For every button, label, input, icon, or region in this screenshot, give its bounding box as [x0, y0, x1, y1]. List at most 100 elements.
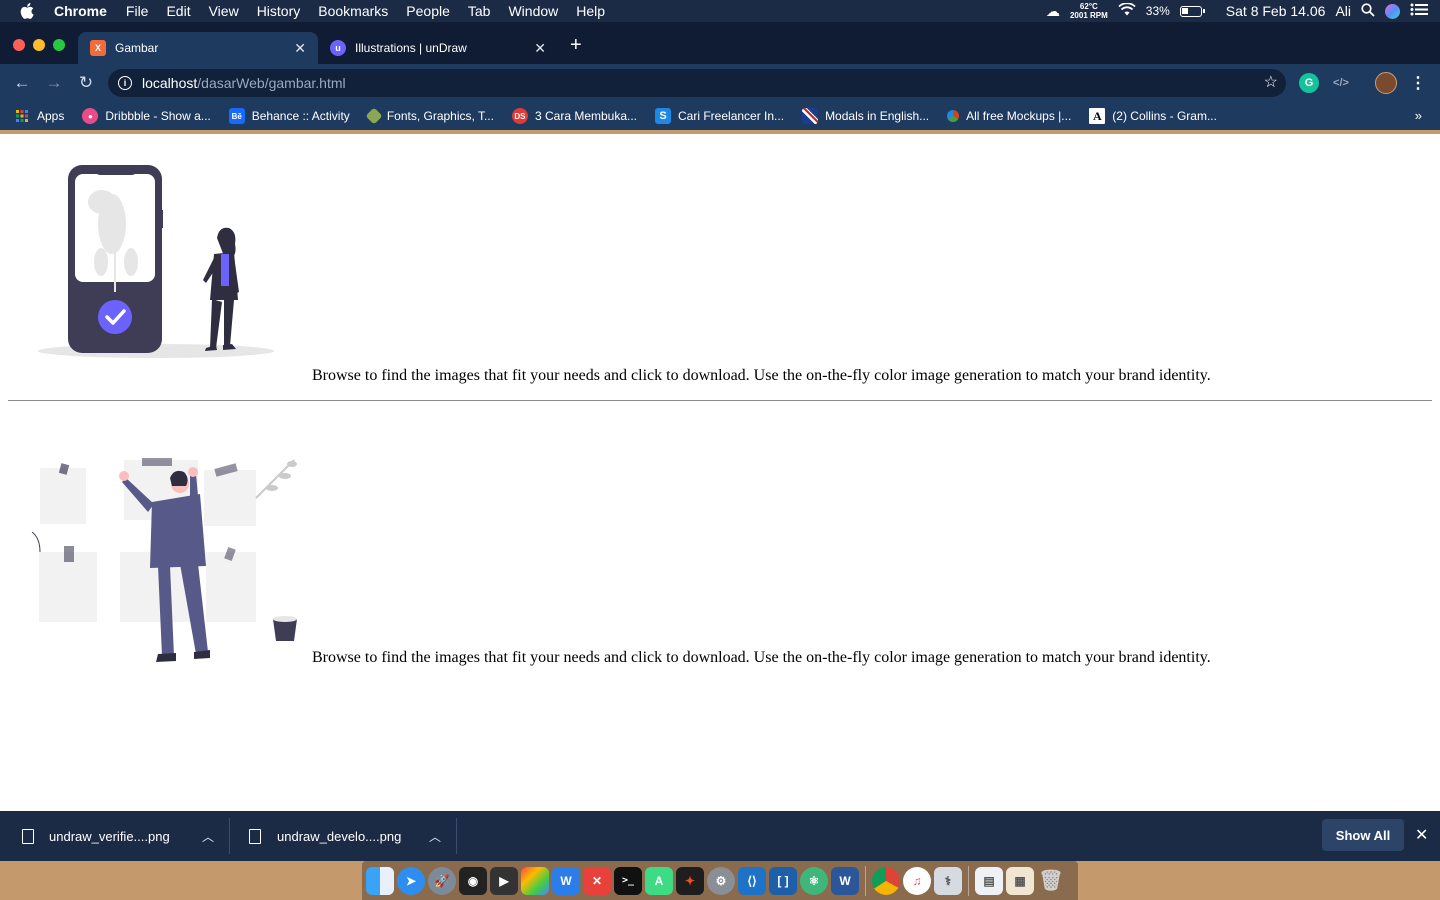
window-minimize-button[interactable]	[33, 39, 45, 51]
vscode-icon[interactable]: ⟨⟩	[738, 866, 766, 895]
wps-icon[interactable]: W	[552, 866, 580, 895]
chrome-icon[interactable]	[872, 866, 900, 895]
menu-history[interactable]: History	[248, 3, 310, 19]
new-tab-button[interactable]: +	[570, 34, 582, 57]
bookmark-label: Apps	[37, 109, 65, 123]
bookmark-apps[interactable]: Apps	[14, 108, 64, 124]
bookmark-sribulancer[interactable]: S Cari Freelancer In...	[655, 108, 784, 124]
menu-file[interactable]: File	[117, 3, 158, 19]
dock-separator	[968, 865, 969, 896]
launchpad-icon[interactable]: 🚀	[428, 866, 456, 895]
bookmarks-overflow-icon[interactable]: »	[1415, 108, 1422, 123]
chevron-up-icon[interactable]: ︿	[202, 828, 214, 845]
grammarly-extension-icon[interactable]: G	[1299, 73, 1319, 93]
bookmark-behance[interactable]: Bē Behance :: Activity	[228, 108, 350, 124]
menu-tab[interactable]: Tab	[459, 3, 500, 19]
battery-percent[interactable]: 33%	[1146, 4, 1170, 18]
disk-utility-icon[interactable]: ⚕	[934, 866, 962, 895]
tab-close-icon[interactable]: ✕	[294, 40, 306, 57]
bookmark-modals[interactable]: Modals in English...	[802, 108, 929, 124]
xmind-icon[interactable]: ✕	[583, 866, 611, 895]
download-item[interactable]: undraw_develo....png ︿	[249, 811, 449, 861]
safari-icon[interactable]: ➤	[397, 866, 425, 895]
window-close-button[interactable]	[13, 39, 25, 51]
finder-icon[interactable]	[366, 866, 394, 895]
developer-illustration	[31, 458, 297, 662]
behance-icon: Bē	[228, 108, 245, 124]
apple-menu-icon[interactable]	[0, 3, 54, 19]
menu-help[interactable]: Help	[567, 3, 614, 19]
trash-icon[interactable]: 🗑	[1037, 867, 1065, 895]
sribulancer-icon: S	[655, 108, 672, 124]
menu-window[interactable]: Window	[499, 3, 567, 19]
temperature-readout[interactable]: 62°C 2001 RPM	[1070, 2, 1108, 20]
reload-icon[interactable]: ↻	[70, 73, 102, 93]
music-icon[interactable]: ♫	[903, 866, 931, 895]
bookmark-label: Fonts, Graphics, T...	[386, 109, 494, 123]
app-menu-chrome[interactable]: Chrome	[54, 3, 117, 19]
site-info-icon[interactable]: i	[118, 76, 132, 90]
apps-grid-icon	[14, 108, 30, 124]
url-host: localhost	[142, 75, 198, 91]
clock[interactable]: Sat 8 Feb 14.06	[1226, 3, 1326, 19]
dribbble-icon: ●	[82, 108, 99, 124]
bookmark-label: (2) Collins - Gram...	[1112, 109, 1217, 123]
web-developer-extension-icon[interactable]: </>	[1331, 73, 1351, 93]
separator	[456, 818, 457, 854]
bookmark-star-icon[interactable]: ☆	[1264, 72, 1278, 92]
spotlight-search-icon[interactable]	[1361, 2, 1375, 20]
back-arrow-icon[interactable]: ←	[6, 73, 38, 93]
profile-avatar[interactable]	[1375, 72, 1397, 94]
brackets-icon[interactable]: [ ]	[769, 866, 797, 895]
ds-icon: DS	[511, 108, 528, 124]
tab-gambar[interactable]: X Gambar ✕	[78, 32, 318, 64]
documents-folder-icon[interactable]: ▤	[975, 866, 1003, 895]
fan-control-icon[interactable]: ☁	[1046, 3, 1060, 20]
figma-icon[interactable]: ✦	[676, 866, 704, 895]
file-icon	[22, 828, 34, 844]
word-icon[interactable]: W	[831, 866, 859, 895]
photo-booth-icon[interactable]: ◉	[459, 866, 487, 895]
bookmark-creative-market[interactable]: Fonts, Graphics, T...	[365, 107, 494, 125]
downloads-stack-icon[interactable]: ▦	[1006, 866, 1034, 895]
bookmark-label: Behance :: Activity	[251, 109, 350, 123]
bookmark-label: All free Mockups |...	[966, 109, 1072, 123]
siri-icon[interactable]	[1385, 3, 1400, 19]
chevron-up-icon[interactable]: ︿	[429, 828, 441, 845]
tab-close-icon[interactable]: ✕	[534, 40, 546, 57]
menu-bookmarks[interactable]: Bookmarks	[309, 3, 397, 19]
terminal-icon[interactable]: >_	[614, 866, 642, 895]
rainbow-app-icon[interactable]	[521, 866, 549, 895]
dock-separator	[865, 865, 866, 896]
bookmark-mockups[interactable]: All free Mockups |...	[947, 109, 1071, 123]
system-preferences-icon[interactable]: ⚙	[707, 866, 735, 895]
user-name[interactable]: Ali	[1335, 3, 1351, 19]
bookmark-cara-membuka[interactable]: DS 3 Cara Membuka...	[511, 108, 637, 124]
window-zoom-button[interactable]	[53, 39, 65, 51]
temperature-value: 62°C	[1079, 2, 1098, 11]
creative-market-icon	[365, 107, 383, 125]
atom-icon[interactable]: ⚛	[800, 866, 828, 895]
address-bar[interactable]: i localhost/dasarWeb/gambar.html ☆	[108, 69, 1286, 97]
bookmark-collins[interactable]: A (2) Collins - Gram...	[1089, 108, 1217, 124]
forward-arrow-icon[interactable]: →	[38, 73, 70, 93]
android-studio-icon[interactable]: A	[645, 866, 673, 895]
bookmark-label: Modals in English...	[825, 109, 930, 123]
wifi-icon[interactable]	[1118, 2, 1136, 19]
menu-edit[interactable]: Edit	[157, 3, 199, 19]
download-item[interactable]: undraw_verifie....png ︿	[22, 811, 222, 861]
final-cut-icon[interactable]: ▶	[490, 866, 518, 895]
menu-people[interactable]: People	[397, 3, 459, 19]
collins-icon: A	[1089, 108, 1106, 124]
menu-view[interactable]: View	[200, 3, 248, 19]
bookmark-dribbble[interactable]: ● Dribbble - Show a...	[82, 108, 211, 124]
notification-center-icon[interactable]	[1410, 3, 1428, 19]
close-download-shelf-icon[interactable]: ✕	[1415, 825, 1428, 845]
tab-undraw[interactable]: u Illustrations | unDraw ✕	[318, 32, 558, 64]
file-icon	[249, 828, 261, 844]
chrome-menu-icon[interactable]: ⋮	[1408, 73, 1428, 93]
battery-icon[interactable]	[1179, 5, 1205, 17]
image-caption-2: Browse to find the images that fit your …	[312, 649, 1211, 666]
download-shelf: undraw_verifie....png ︿ undraw_develo...…	[0, 811, 1440, 861]
show-all-downloads-button[interactable]: Show All	[1322, 819, 1404, 851]
